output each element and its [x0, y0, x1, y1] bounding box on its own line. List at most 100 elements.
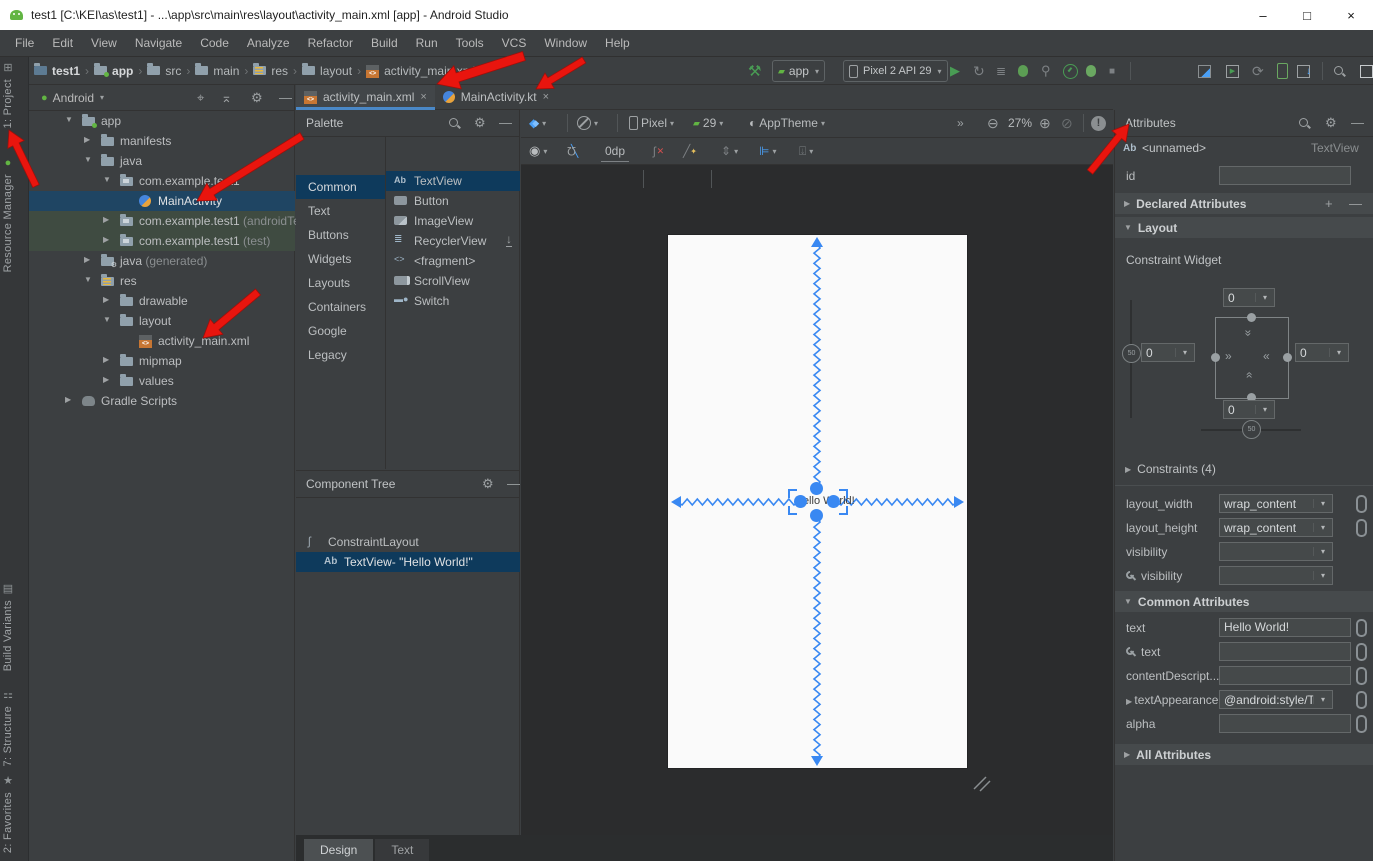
alpha-input[interactable] [1219, 714, 1351, 733]
all-attributes-section[interactable]: ▶All Attributes [1115, 744, 1373, 765]
search-icon[interactable] [448, 117, 460, 129]
close-button[interactable]: × [1329, 0, 1373, 30]
search-everywhere-icon[interactable] [1333, 61, 1345, 81]
tree-item-mipmap[interactable]: ▶mipmap [29, 351, 295, 371]
remove-attribute-icon[interactable]: — [1349, 196, 1362, 211]
logcat-icon[interactable]: ▶ [1226, 61, 1239, 81]
tools-attribute-flag-icon[interactable] [1356, 715, 1367, 733]
tree-item-com-example-test1[interactable]: ▶com.example.test1 (androidTest) [29, 211, 295, 231]
breadcrumb-item-activity_main-xml[interactable]: activity_main.xml [366, 64, 475, 78]
palette-item--fragment-[interactable]: <><fragment> [386, 251, 520, 271]
autoconnect-icon[interactable]: Ω╲ [567, 141, 578, 161]
gear-icon[interactable]: ⚙ [1325, 115, 1337, 131]
tree-item-java[interactable]: ▼java [29, 151, 295, 171]
common-attributes-section[interactable]: ▼Common Attributes [1115, 591, 1373, 612]
chevron-down-icon[interactable]: ▼ [103, 315, 111, 324]
tools-attribute-flag-icon[interactable] [1356, 519, 1367, 537]
download-icon[interactable]: ↓ [506, 233, 512, 247]
constraint-anchor-left[interactable] [1211, 353, 1220, 362]
chevron-down-icon[interactable]: ▼ [84, 275, 92, 284]
menu-item-code[interactable]: Code [191, 36, 238, 50]
run-configuration-select[interactable]: ▰ app ▾ [772, 60, 825, 82]
api-version-select[interactable]: ▰29▾ [693, 113, 723, 133]
text-input[interactable]: Hello World! [1219, 618, 1351, 637]
breadcrumb-item-layout[interactable]: layout [302, 64, 352, 78]
menu-item-edit[interactable]: Edit [43, 36, 82, 50]
menu-item-refactor[interactable]: Refactor [299, 36, 362, 50]
margin-top-select[interactable]: 0▾ [1223, 288, 1275, 307]
rerun-button[interactable]: ↻ [973, 61, 985, 81]
palette-category-legacy[interactable]: Legacy [296, 343, 385, 367]
menu-item-tools[interactable]: Tools [447, 36, 493, 50]
tool-stripe-build-variants[interactable]: ▤Build Variants [2, 582, 14, 671]
view-options-icon[interactable]: ◉▾ [529, 141, 547, 161]
device-select[interactable]: Pixel 2 API 29 ▾ [843, 60, 948, 82]
minimize-button[interactable]: – [1241, 0, 1285, 30]
tools-attribute-flag-icon[interactable] [1356, 691, 1367, 709]
textAppearance-select[interactable]: @android:style/Te▾ [1219, 690, 1333, 709]
breadcrumb-item-app[interactable]: app [94, 64, 133, 78]
tree-item-values[interactable]: ▶values [29, 371, 295, 391]
zoom-fit-icon[interactable]: ⊘ [1061, 113, 1073, 133]
constraint-handle-top[interactable] [810, 482, 823, 495]
visibility-select[interactable]: ▾ [1219, 566, 1333, 585]
breadcrumb-item-res[interactable]: res [253, 64, 288, 78]
menu-item-window[interactable]: Window [535, 36, 596, 50]
tree-item-drawable[interactable]: ▶drawable [29, 291, 295, 311]
errors-warnings-icon[interactable]: ! [1091, 113, 1106, 133]
attach-debugger-icon[interactable]: ⚲ [1041, 61, 1051, 81]
chevron-down-icon[interactable]: ▼ [84, 155, 92, 164]
search-icon[interactable] [1298, 117, 1310, 129]
layout_height-select[interactable]: wrap_content▾ [1219, 518, 1333, 537]
visibility-select[interactable]: ▾ [1219, 542, 1333, 561]
palette-item-button[interactable]: Button [386, 191, 520, 211]
profile-run-icon[interactable] [1086, 61, 1096, 81]
layout-section[interactable]: ▼Layout [1115, 217, 1373, 238]
hide-panel-icon[interactable]: — [1351, 115, 1364, 130]
palette-category-google[interactable]: Google [296, 319, 385, 343]
constraint-spring-left-icon[interactable]: » [1225, 349, 1232, 363]
chevron-right-icon[interactable]: ▶ [103, 355, 109, 364]
toolbar-overflow-icon[interactable] [1360, 61, 1373, 81]
guidelines-icon[interactable]: ⍗▾ [799, 141, 813, 161]
build-hammer-icon[interactable]: ⚒ [748, 61, 761, 81]
project-view-selector[interactable]: Android [53, 91, 94, 105]
contentDescript--input[interactable] [1219, 666, 1351, 685]
tool-stripe-resource-manager[interactable]: ●Resource Manager [2, 157, 14, 272]
run-button[interactable]: ▶ [950, 61, 960, 81]
theme-select[interactable]: ◐AppTheme▾ [749, 113, 825, 133]
tools-attribute-flag-icon[interactable] [1356, 667, 1367, 685]
design-mode-select[interactable]: ◆◆▾ [529, 113, 546, 133]
tree-item-activity_main-xml[interactable]: activity_main.xml [29, 331, 295, 351]
collapse-all-icon[interactable]: ⌅ [221, 90, 232, 106]
toolbar-overflow-icon[interactable]: » [957, 113, 964, 133]
chevron-down-icon[interactable]: ▼ [65, 115, 73, 124]
palette-item-textview[interactable]: AbTextView [386, 171, 520, 191]
constraint-anchor-right[interactable] [1283, 353, 1292, 362]
menu-item-help[interactable]: Help [596, 36, 639, 50]
hide-panel-icon[interactable]: — [499, 115, 512, 130]
chevron-right-icon[interactable]: ▶ [103, 215, 109, 224]
tool-stripe-7-structure[interactable]: ⚏7: Structure [2, 688, 14, 766]
margin-left-select[interactable]: 0▾ [1141, 343, 1195, 362]
tree-item-manifests[interactable]: ▶manifests [29, 131, 295, 151]
chevron-right-icon[interactable]: ▶ [103, 235, 109, 244]
palette-item-scrollview[interactable]: ScrollView [386, 271, 520, 291]
id-input[interactable] [1219, 166, 1351, 185]
component-item-textview[interactable]: AbTextView- "Hello World!" [296, 552, 520, 572]
sdk-manager-icon[interactable]: ↓ [1297, 61, 1311, 81]
zoom-out-icon[interactable]: ⊖ [987, 113, 999, 133]
layout_width-select[interactable]: wrap_content▾ [1219, 494, 1333, 513]
vertical-bias-value[interactable]: 50 [1122, 344, 1141, 363]
close-icon[interactable]: × [543, 91, 549, 103]
gear-icon[interactable]: ⚙ [251, 90, 263, 106]
menu-item-view[interactable]: View [82, 36, 126, 50]
gear-icon[interactable]: ⚙ [482, 476, 494, 492]
palette-category-containers[interactable]: Containers [296, 295, 385, 319]
orientation-select[interactable]: ▾ [577, 113, 598, 133]
tree-item-java[interactable]: ▶java (generated) [29, 251, 295, 271]
constraint-spring-bottom-icon[interactable]: » [1241, 372, 1255, 379]
chevron-right-icon[interactable]: ▶ [103, 375, 109, 384]
chevron-right-icon[interactable]: ▶ [65, 395, 71, 404]
menu-item-vcs[interactable]: VCS [493, 36, 536, 50]
